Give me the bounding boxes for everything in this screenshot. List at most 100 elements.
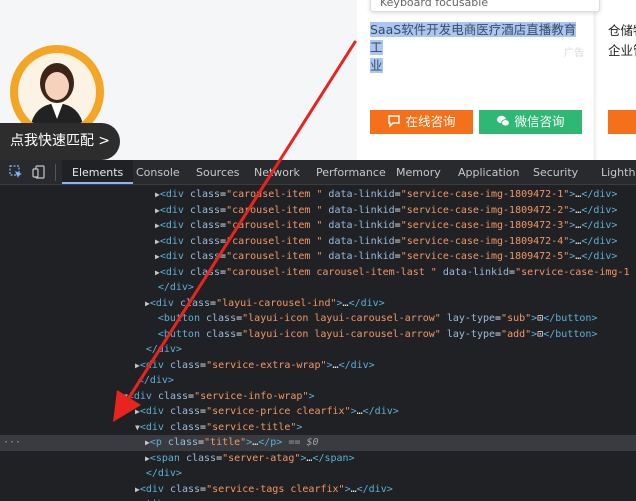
code-token: "sub" xyxy=(501,313,532,324)
dom-tree-row[interactable]: ▶<span class="server-atag">…</span> xyxy=(0,451,636,467)
dom-tree-row[interactable]: ▶<div class="carousel-item " data-linkid… xyxy=(0,187,636,203)
dom-tree-row[interactable]: ▼<div class="service-title"> xyxy=(0,420,636,436)
tab-performance[interactable]: Performance xyxy=(316,160,386,184)
code-token: class xyxy=(157,390,189,402)
code-token: </div> xyxy=(157,282,194,293)
dom-tree-row[interactable]: ▶<div class="carousel-item " data-linkid… xyxy=(0,203,636,219)
tab-memory[interactable]: Memory xyxy=(396,160,441,184)
code-token: "carousel-item " xyxy=(226,204,323,216)
code-token: </button> xyxy=(543,313,598,324)
code-token: </div> xyxy=(137,375,174,386)
code-token: "service-info-wrap" xyxy=(194,390,309,402)
code-token: data-linkid xyxy=(322,220,395,231)
code-token: "carousel-item carousel-item-last " xyxy=(226,266,437,278)
code-token: class xyxy=(169,483,201,495)
row-ellipsis-menu[interactable]: ··· xyxy=(3,435,21,451)
card-divider xyxy=(594,0,595,160)
code-token: <p xyxy=(149,437,168,448)
code-token: </div> xyxy=(581,220,618,231)
code-token: class xyxy=(185,452,217,464)
code-token: </span> xyxy=(312,452,355,464)
dom-tree-row[interactable]: ▶<div class="carousel-item carousel-item… xyxy=(0,265,636,281)
service-card-title[interactable]: SaaS软件开发电商医疗酒店直播教育工业 xyxy=(370,21,582,75)
tab-security[interactable]: Security xyxy=(533,160,578,184)
code-token: class xyxy=(169,421,201,433)
tab-sources[interactable]: Sources xyxy=(196,160,240,184)
code-token: <div xyxy=(159,235,190,247)
tab-network[interactable]: Network xyxy=(254,160,300,184)
tab-application[interactable]: Application xyxy=(458,160,519,184)
dom-tree-row[interactable]: ▶<div class="service-price clearfix">…</… xyxy=(0,404,636,420)
code-token: "service-title" xyxy=(206,421,297,433)
service-card-2-consult-button[interactable] xyxy=(608,110,636,134)
code-token: </div> xyxy=(145,344,182,355)
dom-tree-row[interactable]: ▶<div class="service-extra-wrap">…</div> xyxy=(0,358,636,374)
avatar xyxy=(18,53,96,131)
toolbar-separator xyxy=(55,164,56,181)
wechat-consult-button[interactable]: 微信咨询 xyxy=(479,110,582,134)
dom-tree-row[interactable]: <button class="layui-icon layui-carousel… xyxy=(0,327,636,343)
code-token: class xyxy=(169,406,201,417)
code-token: "server-atag" xyxy=(222,452,301,464)
dom-tree-row[interactable]: ▶<div class="carousel-item " data-linkid… xyxy=(0,249,636,265)
quick-match-button[interactable]: 点我快速匹配 > xyxy=(0,123,120,160)
code-token: </div> xyxy=(348,297,385,309)
code-token: "layui-icon layui-carousel-arrow" xyxy=(242,313,441,324)
code-token: class xyxy=(189,220,221,231)
code-token: </p> xyxy=(258,437,283,448)
dom-tree-row[interactable]: </div> xyxy=(0,497,636,501)
dom-tree-row[interactable]: </div> xyxy=(0,280,636,296)
code-token: class xyxy=(189,235,221,247)
code-token: </div> xyxy=(581,204,618,216)
code-token: </div> xyxy=(362,406,399,417)
code-token: "carousel-item " xyxy=(226,235,323,247)
code-token: </div> xyxy=(338,359,375,371)
devtools-panel: Elements Console Sources Network Perform… xyxy=(0,160,636,501)
code-token: "title" xyxy=(204,437,247,448)
code-token: </div> xyxy=(581,189,618,200)
code-token: lay-type xyxy=(440,328,496,340)
code-token: class xyxy=(189,204,221,216)
code-token: == xyxy=(282,437,307,448)
online-consult-button[interactable]: 在线咨询 xyxy=(370,110,473,134)
tab-elements[interactable]: Elements xyxy=(62,160,134,184)
code-token: class xyxy=(189,189,221,200)
code-token: <div xyxy=(139,406,170,417)
code-token: <div xyxy=(159,251,190,262)
code-token: <div xyxy=(159,220,190,231)
code-token: <div xyxy=(139,359,170,371)
consultant-avatar-area: 点我快速匹配 > xyxy=(0,0,150,160)
code-token: class xyxy=(167,437,198,448)
code-token: "carousel-item " xyxy=(226,251,323,262)
tab-lighthouse[interactable]: Lighthouse xyxy=(601,160,636,184)
code-token: > xyxy=(296,421,303,433)
device-toolbar-icon[interactable] xyxy=(32,165,46,179)
dom-tree-row[interactable]: ▶<div class="service-tags clearfix">…</d… xyxy=(0,482,636,498)
code-token: class xyxy=(206,313,237,324)
code-token: <div xyxy=(159,204,190,216)
code-token: "service-case-img-1 xyxy=(515,266,630,278)
dom-tree-row[interactable]: <button class="layui-icon layui-carousel… xyxy=(0,311,636,327)
tab-console[interactable]: Console xyxy=(136,160,180,184)
code-token: data-linkid xyxy=(436,266,510,278)
dom-tree-row[interactable]: ▶<div class="carousel-item " data-linkid… xyxy=(0,234,636,250)
dom-tree-row[interactable]: ··· ▶<p class="title">…</p> == $0 xyxy=(0,435,636,451)
inspect-element-icon[interactable] xyxy=(9,165,23,179)
dom-tree-row[interactable]: ▶<div class="layui-carousel-ind">…</div> xyxy=(0,296,636,312)
webpage-viewport: 点我快速匹配 > SaaS软件开发电商医疗酒店直播教育工业 广告 在线咨询 微信… xyxy=(0,0,636,160)
dom-tree-row[interactable]: </div> xyxy=(0,466,636,482)
code-token: > xyxy=(308,390,315,402)
dom-tree-row[interactable]: ▼<div class="service-info-wrap"> xyxy=(0,389,636,405)
service-card-2-title[interactable]: 仓储物企业管 xyxy=(608,21,636,61)
code-token: "layui-carousel-ind" xyxy=(216,297,337,309)
dom-tree-row[interactable]: </div> xyxy=(0,342,636,358)
code-token: <div xyxy=(127,390,158,402)
code-token: <div xyxy=(139,483,170,495)
code-token: <button xyxy=(157,313,206,324)
code-token: "carousel-item " xyxy=(226,220,323,231)
dom-tree-row[interactable]: ▶<div class="carousel-item " data-linkid… xyxy=(0,218,636,234)
code-token: class xyxy=(179,297,211,309)
code-token: <div xyxy=(159,189,190,200)
dom-tree-row[interactable]: </div> xyxy=(0,373,636,389)
code-token: class xyxy=(169,359,201,371)
